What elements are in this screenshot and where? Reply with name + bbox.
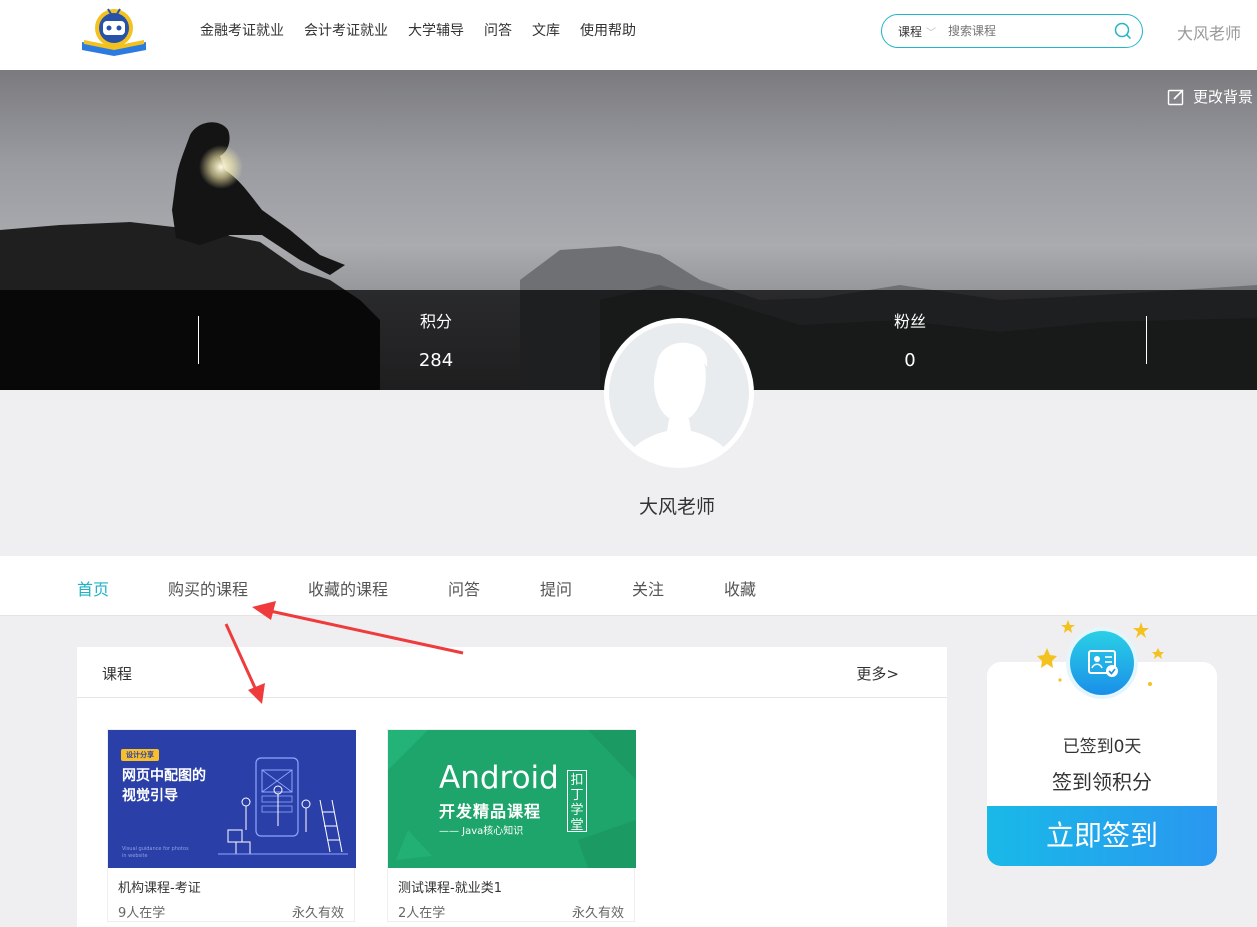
courses-panel-header: 课程 更多> xyxy=(77,647,947,698)
cover-subtitle-line: in website xyxy=(122,853,148,859)
nav-item-library[interactable]: 文库 xyxy=(532,20,560,40)
search-box: 课程 ﹀ xyxy=(881,14,1143,48)
chevron-down-icon: ﹀ xyxy=(926,27,937,39)
cover-subtitle: 开发精品课程 xyxy=(439,802,542,821)
cover-stamp: 扣丁学堂 xyxy=(567,770,587,833)
stat-points-label: 积分 xyxy=(419,312,452,331)
tab-home[interactable]: 首页 xyxy=(77,576,109,600)
search-icon[interactable] xyxy=(1114,22,1132,40)
course-meta: 2人在学 永久有效 xyxy=(388,896,634,921)
change-background-button[interactable]: 更改背景 xyxy=(1167,86,1253,107)
tab-qa[interactable]: 问答 xyxy=(448,576,480,600)
course-validity: 永久有效 xyxy=(291,906,344,921)
more-link[interactable]: 更多> xyxy=(856,663,899,684)
stat-fans-label: 粉丝 xyxy=(893,312,926,331)
cover-subtitle: Visual guidance for photos in website xyxy=(122,846,189,860)
cover-title-line: 网页中配图的 xyxy=(122,768,206,784)
nav-item-university[interactable]: 大学辅导 xyxy=(408,20,464,40)
default-avatar-icon xyxy=(623,342,735,463)
course-students: 2人在学 xyxy=(398,906,446,921)
avatar[interactable] xyxy=(604,318,754,468)
course-meta: 9人在学 永久有效 xyxy=(108,896,354,921)
sign-in-days: 已签到0天 xyxy=(1062,737,1142,757)
course-cover[interactable]: 设计分享 网页中配图的 视觉引导 Visual guidance for pho… xyxy=(108,730,356,868)
stat-points: 积分 284 xyxy=(376,308,496,371)
nav-item-accounting[interactable]: 会计考证就业 xyxy=(304,20,388,40)
top-header: 金融考证就业 会计考证就业 大学辅导 问答 文库 使用帮助 课程 ﹀ 大风老师 xyxy=(0,0,1257,70)
cover-title: Android xyxy=(439,760,559,796)
site-logo[interactable] xyxy=(78,6,150,56)
course-students: 9人在学 xyxy=(118,906,166,921)
courses-panel-title: 课程 xyxy=(102,665,133,683)
course-cover[interactable]: Android 开发精品课程 —— Java核心知识 扣丁学堂 xyxy=(388,730,636,868)
tab-favorites[interactable]: 收藏 xyxy=(724,576,756,600)
search-type-select[interactable]: 课程 ﹀ xyxy=(898,23,936,40)
tab-questions[interactable]: 提问 xyxy=(540,576,572,600)
tab-favorite-courses[interactable]: 收藏的课程 xyxy=(308,576,388,600)
nav-item-finance[interactable]: 金融考证就业 xyxy=(200,20,284,40)
search-type-label: 课程 xyxy=(898,24,923,39)
cover-title-line: 视觉引导 xyxy=(122,788,178,804)
search-input[interactable] xyxy=(948,24,1099,38)
tab-following[interactable]: 关注 xyxy=(632,576,664,600)
nav-item-qa[interactable]: 问答 xyxy=(484,20,512,40)
sign-in-badge-icon xyxy=(1037,620,1164,699)
course-card[interactable]: Android 开发精品课程 —— Java核心知识 扣丁学堂 测试课程-就业类… xyxy=(387,729,636,922)
main-nav: 金融考证就业 会计考证就业 大学辅导 问答 文库 使用帮助 xyxy=(200,0,636,60)
course-title[interactable]: 机构课程-考证 xyxy=(108,868,354,896)
profile-name: 大风老师 xyxy=(638,496,715,518)
stat-fans-value: 0 xyxy=(904,350,916,371)
course-title[interactable]: 测试课程-就业类1 xyxy=(388,868,634,896)
change-background-label: 更改背景 xyxy=(1192,88,1253,106)
header-user-name[interactable]: 大风老师 xyxy=(1177,20,1241,44)
sign-in-subtitle: 签到领积分 xyxy=(1052,770,1152,794)
course-card[interactable]: 设计分享 网页中配图的 视觉引导 Visual guidance for pho… xyxy=(107,729,356,922)
courses-panel: 课程 更多> 设计分享 网页中配图的 视觉引导 Visual guidance … xyxy=(77,647,947,927)
cover-subtitle-line: Visual guidance for photos xyxy=(122,846,189,852)
nav-item-help[interactable]: 使用帮助 xyxy=(580,20,636,40)
tab-purchased-courses[interactable]: 购买的课程 xyxy=(168,576,248,600)
course-validity: 永久有效 xyxy=(571,906,624,921)
cover-caption: —— Java核心知识 xyxy=(439,826,524,837)
cover-title: 网页中配图的 视觉引导 xyxy=(122,766,206,806)
cover-tag: 设计分享 xyxy=(121,749,159,761)
divider xyxy=(198,316,199,364)
stat-fans: 粉丝 0 xyxy=(850,308,970,371)
edit-icon xyxy=(1167,88,1184,105)
profile-tabs: 首页 购买的课程 收藏的课程 问答 提问 关注 收藏 xyxy=(0,556,1257,616)
sign-in-button[interactable]: 立即签到 xyxy=(987,806,1217,866)
stat-points-value: 284 xyxy=(418,350,454,371)
divider xyxy=(1146,316,1147,364)
